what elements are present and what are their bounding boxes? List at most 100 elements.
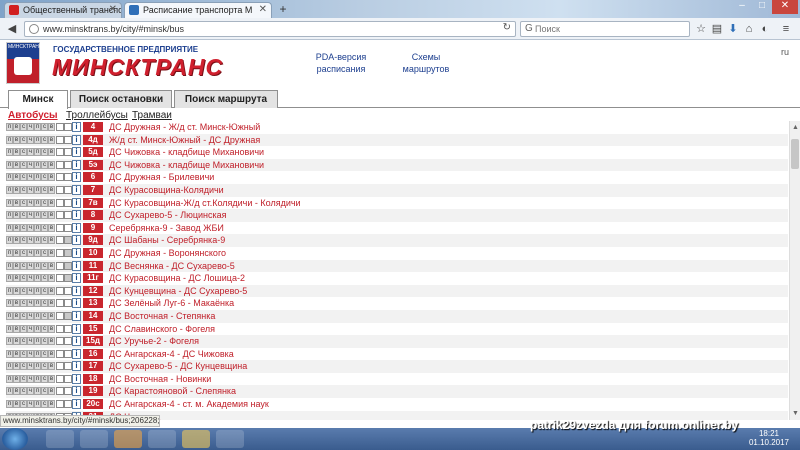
schedule-checkbox[interactable]	[56, 211, 64, 220]
route-row[interactable]: п в с ч п с в i 13 ДС Зелёный Луг-6 - Макаёнка	[6, 297, 788, 310]
game-launcher-icon[interactable]	[80, 430, 108, 448]
schedule-checkbox[interactable]	[64, 173, 72, 182]
route-number[interactable]: 16	[83, 348, 103, 359]
schedule-checkbox[interactable]	[56, 185, 64, 194]
schedule-checkbox[interactable]	[56, 123, 64, 131]
brand-title[interactable]: МИНСКТРАНС	[52, 54, 223, 81]
info-icon[interactable]: i	[72, 172, 81, 183]
scroll-down-icon[interactable]: ▼	[791, 409, 800, 418]
info-icon[interactable]: i	[72, 235, 81, 246]
info-icon[interactable]: i	[72, 122, 81, 132]
back-icon[interactable]: ◀	[4, 21, 20, 37]
route-name-link[interactable]: ДС Восточная - Новинки	[109, 373, 211, 385]
route-number[interactable]: 19	[83, 386, 103, 397]
schedule-checkbox[interactable]	[64, 261, 72, 270]
new-tab-button[interactable]: +	[275, 3, 291, 16]
info-icon[interactable]: i	[72, 361, 81, 372]
schedule-checkbox[interactable]	[56, 286, 64, 295]
schedule-checkbox[interactable]	[56, 374, 64, 383]
route-number[interactable]: 7	[83, 184, 103, 195]
route-row[interactable]: п в с ч п с в i 14 ДС Восточная - Степянка	[6, 309, 788, 323]
schedule-checkbox[interactable]	[64, 236, 72, 245]
info-icon[interactable]: i	[72, 159, 81, 170]
schedule-checkbox[interactable]	[56, 274, 64, 283]
minsktrans-logo[interactable]: МИНСКТРАНС	[6, 42, 43, 84]
route-name-link[interactable]: ДС Шабаны - Серебрянка-9	[109, 234, 225, 246]
info-icon[interactable]: i	[72, 147, 81, 158]
route-number[interactable]: 15д	[83, 336, 103, 347]
schedule-checkbox[interactable]	[64, 374, 72, 383]
route-row[interactable]: п в с ч п с в i 4д Ж/д ст. Минск-Южный - ДС Дружн…	[6, 133, 788, 147]
route-number[interactable]: 9	[83, 222, 103, 233]
schedule-checkbox[interactable]	[56, 148, 64, 157]
schedule-checkbox[interactable]	[56, 337, 64, 346]
schedule-checkbox[interactable]	[64, 349, 72, 358]
schedule-checkbox[interactable]	[64, 198, 72, 207]
route-name-link[interactable]: ДС Ангарская-4 - ДС Чижовка	[109, 348, 234, 360]
route-row[interactable]: п в с ч п с в i 16 ДС Ангарская-4 - ДС Чижовка	[6, 348, 788, 361]
route-number[interactable]: 15	[83, 323, 103, 334]
mode-tram[interactable]: Трамваи	[132, 110, 172, 121]
route-row[interactable]: п в с ч п с в i 20с ДС Ангарская-4 - ст. м. Акаде…	[6, 398, 788, 411]
route-name-link[interactable]: ДС Веснянка - ДС Сухарево-5	[109, 260, 235, 272]
route-number[interactable]: 10	[83, 247, 103, 258]
language-switch[interactable]: ru	[781, 47, 789, 57]
schedule-checkbox[interactable]	[64, 185, 72, 194]
info-icon[interactable]: i	[72, 298, 81, 309]
route-row[interactable]: п в с ч п с в i 19 ДС Карастояновой - Слепянка	[6, 385, 788, 399]
schedule-checkbox[interactable]	[64, 324, 72, 333]
route-name-link[interactable]: ДС Зелёный Луг-6 - Макаёнка	[109, 297, 234, 309]
route-row[interactable]: п в с ч п с в i 8 ДС Сухарево-5 - Люцинская	[6, 209, 788, 222]
route-row[interactable]: п в с ч п с в i 11 ДС Веснянка - ДС Сухарево-5	[6, 259, 788, 273]
route-name-link[interactable]: ДС Курасовщина-Колядичи	[109, 184, 224, 196]
schedule-checkbox[interactable]	[56, 400, 64, 409]
route-row[interactable]: п в с ч п с в i 7в ДС Курасовщина-Ж/д ст.Колядичи…	[6, 197, 788, 210]
mode-trolleybus[interactable]: Троллейбусы	[66, 110, 128, 121]
schedule-checkbox[interactable]	[56, 311, 64, 320]
info-icon[interactable]: i	[72, 260, 81, 271]
route-number[interactable]: 11г	[83, 273, 103, 284]
schedule-checkbox[interactable]	[56, 362, 64, 371]
route-number[interactable]: 5э	[83, 159, 103, 170]
schedule-checkbox[interactable]	[56, 261, 64, 270]
route-row[interactable]: п в с ч п с в i 11г ДС Курасовщина - ДС Лошица-2	[6, 272, 788, 285]
info-icon[interactable]: i	[72, 399, 81, 410]
route-name-link[interactable]: Ж/д ст. Минск-Южный - ДС Дружная	[109, 134, 260, 146]
schedule-checkbox[interactable]	[56, 160, 64, 169]
info-icon[interactable]: i	[72, 184, 81, 195]
schedule-checkbox[interactable]	[64, 387, 72, 396]
route-row[interactable]: п в с ч п с в i 4 ДС Дружная - Ж/д ст. Минск-Южны…	[6, 121, 788, 134]
info-icon[interactable]: i	[72, 285, 81, 296]
schedule-checkbox[interactable]	[64, 211, 72, 220]
schedule-checkbox[interactable]	[64, 311, 72, 320]
downloads-icon[interactable]: ⬇	[726, 21, 740, 37]
tab-stop-search[interactable]: Поиск остановки	[70, 90, 172, 108]
info-icon[interactable]: i	[72, 273, 81, 284]
route-number[interactable]: 11	[83, 260, 103, 271]
info-icon[interactable]: i	[72, 197, 81, 208]
schedule-checkbox[interactable]	[56, 223, 64, 232]
route-row[interactable]: п в с ч п с в i 9 Серебрянка-9 - Завод ЖБИ	[6, 222, 788, 235]
reload-icon[interactable]: ↻	[503, 22, 511, 33]
route-number[interactable]: 7в	[83, 197, 103, 208]
route-name-link[interactable]: ДС Курасовщина - ДС Лошица-2	[109, 272, 245, 284]
start-button-icon[interactable]	[2, 428, 28, 450]
extension-icon[interactable]: ◐	[758, 21, 772, 37]
route-name-link[interactable]: ДС Ангарская-4 - ст. м. Академия наук	[109, 398, 269, 410]
schedule-checkbox[interactable]	[64, 148, 72, 157]
schedule-checkbox[interactable]	[56, 173, 64, 182]
info-icon[interactable]: i	[72, 386, 81, 397]
close-window-button[interactable]: ✕	[772, 0, 798, 14]
route-row[interactable]: п в с ч п с в i 6 ДС Дружная - Брилевичи	[6, 171, 788, 184]
route-name-link[interactable]: ДС Уручье-2 - Фогеля	[109, 335, 199, 347]
browser-tab-schedule[interactable]: Расписание транспорта М ✕	[124, 2, 272, 18]
tray-clock[interactable]: 18:21 01.10.2017	[748, 429, 790, 447]
schedule-checkbox[interactable]	[64, 274, 72, 283]
schedule-checkbox[interactable]	[56, 135, 64, 144]
close-tab-icon[interactable]: ✕	[259, 3, 267, 17]
route-row[interactable]: п в с ч п с в i 7 ДС Курасовщина-Колядичи	[6, 183, 788, 197]
schedule-checkbox[interactable]	[64, 160, 72, 169]
info-icon[interactable]: i	[72, 348, 81, 359]
route-number[interactable]: 13	[83, 298, 103, 309]
route-name-link[interactable]: ДС Дружная - Воронянского	[109, 247, 226, 259]
